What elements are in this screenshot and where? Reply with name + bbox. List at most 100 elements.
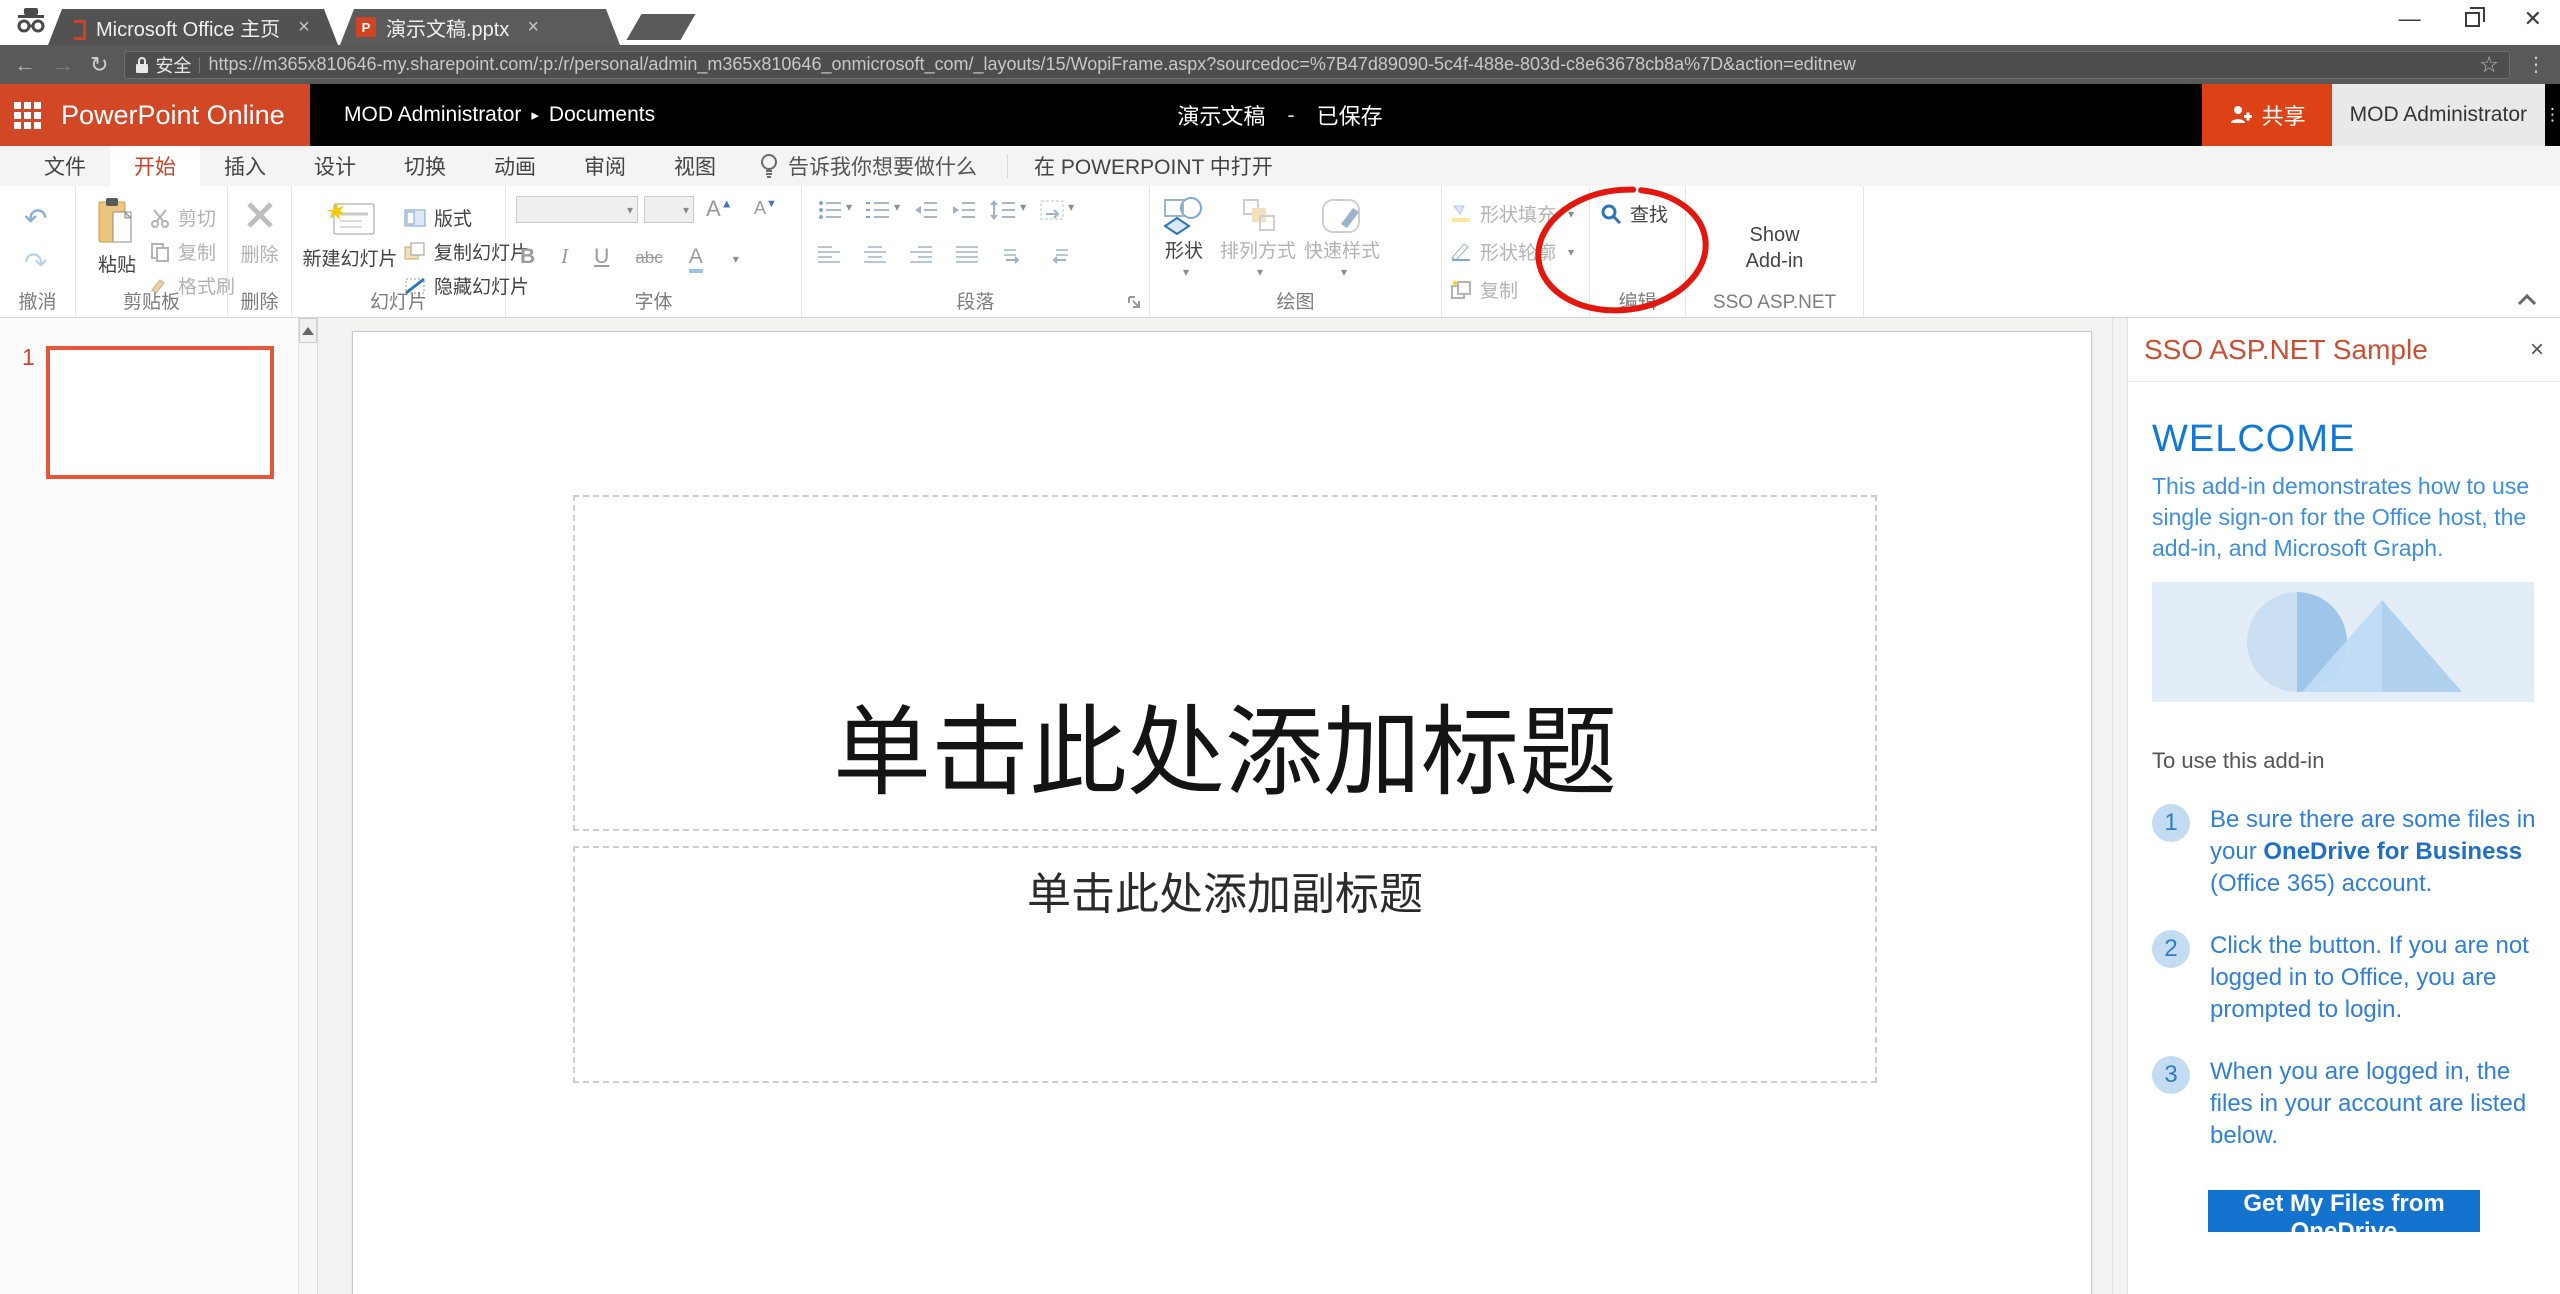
tab-home[interactable]: 开始 bbox=[110, 146, 200, 186]
app-launcher-waffle-icon[interactable] bbox=[14, 102, 41, 129]
shape-fill-button[interactable]: 形状填充▾ bbox=[1450, 200, 1574, 227]
document-title[interactable]: 演示文稿 bbox=[1177, 99, 1265, 131]
bold-button[interactable]: B bbox=[520, 245, 535, 269]
font-color-button[interactable]: A bbox=[689, 245, 703, 273]
get-files-button[interactable]: Get My Files from OneDrive bbox=[2208, 1190, 2480, 1232]
step-3: 3 When you are logged in, the files in y… bbox=[2152, 1056, 2536, 1152]
font-name-select[interactable]: ▾ bbox=[516, 196, 638, 223]
tab-title: Microsoft Office 主页 bbox=[96, 13, 280, 42]
arrange-button[interactable]: 排列方式 ▾ bbox=[1216, 196, 1300, 279]
window-close-button[interactable]: ✕ bbox=[2524, 6, 2542, 32]
increase-indent-icon[interactable] bbox=[952, 200, 976, 220]
scroll-up-button[interactable] bbox=[299, 318, 317, 343]
app-name[interactable]: PowerPoint Online bbox=[61, 100, 285, 131]
layout-label: 版式 bbox=[434, 204, 472, 231]
browser-menu-icon[interactable]: ⋮ bbox=[2526, 52, 2546, 77]
share-button[interactable]: 共享 bbox=[2202, 84, 2332, 146]
title-placeholder[interactable]: 单击此处添加标题 bbox=[573, 495, 1877, 831]
new-slide-button[interactable]: 新建幻灯片 bbox=[300, 198, 400, 271]
account-name[interactable]: MOD Administrator bbox=[2332, 84, 2545, 146]
align-center-icon[interactable] bbox=[864, 246, 886, 264]
shapes-label: 形状 bbox=[1156, 236, 1212, 263]
text-direction-button[interactable]: ▾ bbox=[1040, 200, 1074, 220]
instruction-heading: To use this add-in bbox=[2152, 748, 2536, 774]
arrange-label: 排列方式 bbox=[1216, 236, 1300, 263]
bullets-button[interactable]: ▾ bbox=[818, 200, 852, 220]
delete-x-icon bbox=[245, 200, 275, 230]
window-restore-button[interactable] bbox=[2465, 12, 2480, 27]
breadcrumb-folder[interactable]: Documents bbox=[549, 103, 655, 127]
quick-styles-icon bbox=[1319, 196, 1365, 236]
strikethrough-button[interactable]: abc bbox=[635, 248, 662, 268]
copy-button[interactable]: 复制 bbox=[150, 238, 216, 265]
tab-close-icon[interactable]: × bbox=[298, 16, 310, 39]
new-tab-button[interactable] bbox=[626, 14, 695, 40]
find-button[interactable]: 查找 bbox=[1600, 200, 1668, 227]
divider bbox=[199, 57, 200, 73]
thumbnail-scrollbar[interactable] bbox=[298, 318, 317, 1294]
canvas-scrollbar[interactable] bbox=[2112, 318, 2128, 1294]
line-spacing-button[interactable]: ▾ bbox=[990, 200, 1026, 220]
shape-outline-button[interactable]: 形状轮廓▾ bbox=[1450, 238, 1574, 265]
grow-font-button[interactable]: A▲ bbox=[706, 196, 733, 222]
redo-icon[interactable]: ↷ bbox=[24, 246, 47, 279]
security-indicator[interactable]: 安全 bbox=[135, 52, 191, 78]
subtitle-placeholder[interactable]: 单击此处添加副标题 bbox=[573, 846, 1877, 1083]
group-label: 编辑 bbox=[1590, 287, 1685, 314]
italic-button[interactable]: I bbox=[561, 244, 568, 269]
window-minimize-button[interactable]: — bbox=[2399, 6, 2421, 32]
shapes-dropdown-icon: ▾ bbox=[1160, 265, 1212, 279]
tab-file[interactable]: 文件 bbox=[20, 146, 110, 186]
forward-button[interactable]: → bbox=[52, 52, 74, 78]
slide-thumbnail-1[interactable] bbox=[46, 346, 274, 479]
cut-button[interactable]: 剪切 bbox=[150, 204, 216, 231]
browser-tab-presentation[interactable]: P 演示文稿.pptx × bbox=[340, 9, 620, 45]
group-label: SSO ASP.NET bbox=[1686, 292, 1863, 314]
align-left-icon[interactable] bbox=[818, 246, 840, 264]
tab-view[interactable]: 视图 bbox=[650, 146, 740, 186]
rtl-text-icon[interactable] bbox=[1048, 246, 1070, 264]
quick-styles-button[interactable]: 快速样式 ▾ bbox=[1302, 196, 1382, 279]
underline-button[interactable]: U bbox=[594, 245, 609, 269]
slide-thumbnail-pane: 1 bbox=[0, 318, 318, 1294]
font-size-select[interactable]: ▾ bbox=[644, 196, 694, 223]
open-in-powerpoint-button[interactable]: 在 POWERPOINT 中打开 bbox=[1018, 146, 1289, 186]
breadcrumb: MOD Administrator ▸ Documents bbox=[344, 84, 655, 146]
share-label: 共享 bbox=[2262, 99, 2306, 131]
tab-close-icon[interactable]: × bbox=[527, 16, 539, 39]
header-more-icon[interactable]: ⋮ bbox=[2545, 84, 2560, 146]
subtitle-placeholder-text: 单击此处添加副标题 bbox=[1027, 858, 1423, 1081]
tab-review[interactable]: 审阅 bbox=[560, 146, 650, 186]
paste-button[interactable]: 粘贴 bbox=[88, 198, 146, 277]
show-addin-button[interactable]: Show Add-in bbox=[1686, 222, 1863, 274]
font-color-dropdown-icon[interactable]: ▾ bbox=[733, 252, 739, 266]
tell-me-box[interactable]: 告诉我你想要做什么 bbox=[740, 146, 997, 186]
tab-insert[interactable]: 插入 bbox=[200, 146, 290, 186]
tab-design[interactable]: 设计 bbox=[290, 146, 380, 186]
task-pane-close-icon[interactable]: × bbox=[2530, 336, 2544, 364]
bookmark-star-icon[interactable]: ☆ bbox=[2479, 52, 2499, 78]
address-bar[interactable]: 安全 https://m365x810646-my.sharepoint.com… bbox=[124, 51, 2510, 79]
layout-button[interactable]: 版式 bbox=[404, 204, 472, 231]
breadcrumb-user[interactable]: MOD Administrator bbox=[344, 103, 521, 127]
tab-transitions[interactable]: 切换 bbox=[380, 146, 470, 186]
shrink-font-button[interactable]: A▼ bbox=[754, 198, 777, 219]
duplicate-button[interactable]: 复制 bbox=[1450, 276, 1518, 303]
shapes-button[interactable]: 形状 ▾ bbox=[1156, 196, 1212, 279]
undo-icon[interactable]: ↶ bbox=[24, 202, 47, 235]
delete-button[interactable]: 删除 bbox=[228, 200, 291, 267]
align-right-icon[interactable] bbox=[910, 246, 932, 264]
decrease-indent-icon[interactable] bbox=[914, 200, 938, 220]
browser-tab-office-home[interactable]: Microsoft Office 主页 × bbox=[48, 9, 338, 45]
slide-editing-surface[interactable]: 单击此处添加标题 单击此处添加副标题 bbox=[352, 331, 2092, 1294]
justify-icon[interactable] bbox=[956, 246, 978, 264]
group-label: 撤消 bbox=[0, 287, 75, 314]
task-pane-body: WELCOME This add-in demonstrates how to … bbox=[2128, 382, 2560, 1232]
reload-button[interactable]: ↻ bbox=[90, 52, 108, 78]
tab-animations[interactable]: 动画 bbox=[470, 146, 560, 186]
ltr-text-icon[interactable] bbox=[1002, 246, 1024, 264]
powerpoint-favicon: P bbox=[356, 17, 376, 37]
collapse-ribbon-icon[interactable] bbox=[2516, 293, 2538, 307]
numbering-button[interactable]: ▾ bbox=[866, 200, 900, 220]
back-button[interactable]: ← bbox=[14, 52, 36, 78]
